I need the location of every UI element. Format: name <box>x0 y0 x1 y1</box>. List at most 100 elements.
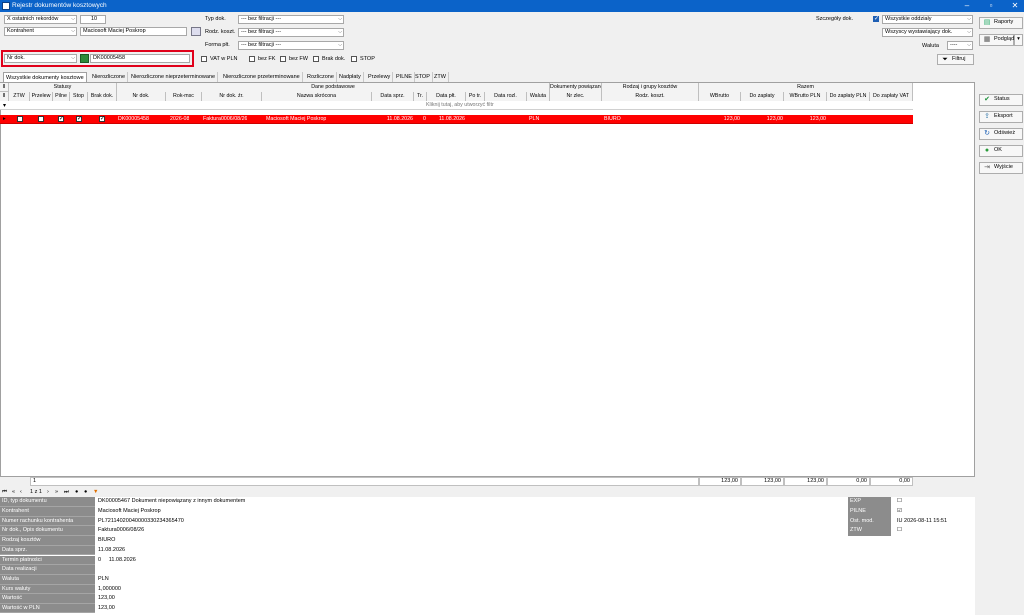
party-value-input[interactable]: Maciosoft Maciej Poskrop <box>80 27 187 36</box>
vat-pln-checkbox[interactable] <box>201 56 207 62</box>
maximize-icon[interactable]: ▫ <box>984 1 998 11</box>
row-pointer-icon: ▸ <box>3 116 6 122</box>
last-record-icon[interactable]: ⏭ <box>64 488 69 497</box>
refresh-icon: ↻ <box>984 130 990 137</box>
search-field-select[interactable]: Nr dok. ⌵ <box>4 54 77 63</box>
next-page-icon[interactable]: » <box>55 488 58 497</box>
exit-button[interactable]: ⇥ Wyjście <box>979 162 1023 174</box>
grid-panel <box>0 82 975 477</box>
branches-select[interactable]: Wszystkie oddziały ⌵ <box>882 15 973 24</box>
vat-pln-label: VAT w PLN <box>210 56 238 62</box>
preview-button[interactable]: ▦ Podgląd <box>979 34 1014 46</box>
record-navigator: ⏮ « ‹ 1 z 1 › » ⏭ ● ● ▼ <box>0 488 102 497</box>
row-stop-checkbox[interactable] <box>76 115 82 122</box>
grid-corner: Ⅱ <box>0 83 9 92</box>
doc-type-select[interactable]: --- bez filtracji --- ⌵ <box>238 15 344 24</box>
chevron-down-icon: ⌵ <box>967 29 971 35</box>
first-record-icon[interactable]: ⏮ <box>2 488 7 497</box>
currency-label: Waluta <box>922 43 939 49</box>
currency-select[interactable]: ---- ⌵ <box>947 41 973 50</box>
tab-unsettled-not-overdue[interactable]: Nierozliczone nieprzeterminowane <box>129 72 219 82</box>
detail-label-realization-date: Data realizacji <box>0 565 95 575</box>
stop-checkbox[interactable] <box>351 56 357 62</box>
party-filter-select[interactable]: Kontrahent ⌵ <box>4 27 77 36</box>
status-button[interactable]: ✔ Status <box>979 94 1023 106</box>
row-przelew-checkbox[interactable] <box>38 116 44 122</box>
cost-kind-select[interactable]: --- bez filtracji --- ⌵ <box>238 28 344 37</box>
details-checkbox[interactable] <box>873 15 879 22</box>
exit-icon: ⇥ <box>984 164 990 171</box>
tab-all[interactable]: Wszystkie dokumenty kosztowe <box>3 72 87 82</box>
chevron-down-icon: ⌵ <box>71 16 75 22</box>
reports-button[interactable]: ▤ Raporty <box>979 17 1023 29</box>
export-icon: ⇪ <box>984 113 990 120</box>
detail-label-contractor: Kontrahent <box>0 507 95 517</box>
party-picker-icon[interactable] <box>191 27 201 36</box>
table-row[interactable]: ▸ DK00005458 2026-08 Faktura0006/08/26 M… <box>0 115 913 124</box>
detail-value-pilne: ☑ <box>897 508 902 514</box>
search-input[interactable]: DK00005458 <box>90 54 190 63</box>
close-icon[interactable]: ✕ <box>1008 1 1022 11</box>
summary-do-zaplaty-pln: 0,00 <box>827 477 870 486</box>
detail-value-contractor: Maciosoft Maciej Poskrop <box>98 508 161 514</box>
tab-ztw[interactable]: ZTW <box>432 72 449 82</box>
filter-icon[interactable]: ▼ <box>93 488 98 497</box>
row-pilne-checkbox[interactable] <box>58 115 64 122</box>
ok-button[interactable]: ● OK <box>979 145 1023 157</box>
row-data-sprz: 11.08.2026 <box>386 116 413 122</box>
no-fw-checkbox[interactable] <box>280 56 286 62</box>
row-nr-dok: DK00005458 <box>118 116 149 122</box>
tab-overpayments[interactable]: Nadpłaty <box>337 72 364 82</box>
refresh-button[interactable]: ↻ Odśwież <box>979 128 1023 140</box>
records-mode-select[interactable]: X ostatnich rekordów ⌵ <box>4 15 77 24</box>
tab-settled[interactable]: Rozliczone <box>305 72 337 82</box>
filter-button[interactable]: ⏷ Filtruj <box>937 54 974 65</box>
detail-label-doc-no: Nr dok., Opis dokumentu <box>0 526 95 536</box>
tab-unsettled-overdue[interactable]: Nierozliczone przeterminowane <box>221 72 303 82</box>
no-fw-label: bez FW <box>289 56 308 62</box>
delete-record-icon[interactable]: ● <box>84 488 87 497</box>
prev-page-icon[interactable]: « <box>12 488 15 497</box>
cost-kind-label: Rodz. koszt. <box>205 29 236 35</box>
row-brak-dok-checkbox[interactable] <box>99 115 105 122</box>
filter-row[interactable]: ▾ Kliknij tutaj, aby utworzyć filtr <box>0 101 913 110</box>
payment-select[interactable]: --- bez filtracji --- ⌵ <box>238 41 344 50</box>
detail-value-id: DK00005467 Dokument niepowiązany z innym… <box>98 498 246 504</box>
next-record-icon[interactable]: › <box>47 488 49 497</box>
detail-label-cost-kind: Rodzaj kosztów <box>0 536 95 546</box>
detail-label-rate: Kurs waluty <box>0 584 95 595</box>
preview-dropdown[interactable]: ▾ <box>1014 34 1023 46</box>
summary-do-zaplaty: 123,00 <box>741 477 784 486</box>
chevron-down-icon: ⌵ <box>338 29 342 35</box>
tab-stop[interactable]: STOP <box>413 72 433 82</box>
detail-value-exp: ☐ <box>897 498 902 504</box>
detail-value-rate: 1,000000 <box>98 585 121 592</box>
row-ztw-checkbox[interactable] <box>17 116 23 122</box>
add-record-icon[interactable]: ● <box>75 488 78 497</box>
tab-unsettled[interactable]: Nierozliczone <box>90 72 129 82</box>
issuers-select[interactable]: Wszyscy wystawiający dok. ⌵ <box>882 28 973 37</box>
detail-value-doc-no: Faktura0006/08/26 <box>98 527 145 533</box>
funnel-icon: ⏷ <box>942 56 948 63</box>
chevron-down-icon: ▾ <box>1017 36 1020 42</box>
detail-value-cost-kind: BIURO <box>98 537 116 543</box>
minimize-icon[interactable]: – <box>960 1 974 11</box>
export-button[interactable]: ⇪ Eksport <box>979 111 1023 123</box>
row-nr-zr: Faktura0006/08/26 <box>203 116 248 122</box>
chevron-down-icon: ⌵ <box>71 28 75 34</box>
tab-transfers[interactable]: Przelewy <box>366 72 394 82</box>
detail-label-ztw: ZTW <box>848 526 891 536</box>
row-wbrutto: 123,00 <box>723 116 740 122</box>
no-fk-checkbox[interactable] <box>249 56 255 62</box>
detail-label-exp: EXP <box>848 497 891 507</box>
prev-record-icon[interactable]: ‹ <box>20 488 22 497</box>
records-count-input[interactable]: 10 <box>80 15 106 24</box>
brak-dok-checkbox[interactable] <box>313 56 319 62</box>
detail-label-last-mod: Ost. mod. <box>848 516 891 527</box>
tab-urgent[interactable]: PILNE <box>394 72 415 82</box>
brak-dok-label: Brak dok. <box>322 56 346 62</box>
payment-label: Forma płt. <box>205 42 230 48</box>
app-icon <box>2 2 10 10</box>
chevron-down-icon: ⌵ <box>967 42 971 48</box>
document-icon <box>80 54 89 63</box>
